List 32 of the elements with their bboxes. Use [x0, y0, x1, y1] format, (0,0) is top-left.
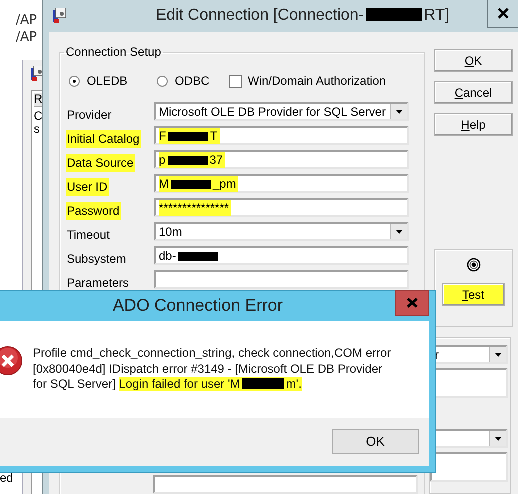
test-button[interactable]: Test — [442, 283, 505, 306]
field-label: Subsystem — [66, 250, 128, 268]
path-text: /AP — [16, 12, 38, 29]
field-label: Parameters — [66, 274, 130, 292]
ok-button[interactable]: OK — [332, 429, 419, 454]
input-field[interactable]: db- — [154, 246, 409, 265]
window-title: Edit Connection [Connection- RT] — [156, 7, 450, 25]
input-field[interactable]: *************** — [154, 198, 409, 217]
field-label: Password — [66, 202, 121, 220]
dialog-title: ADO Connection Error — [112, 296, 284, 316]
input-field[interactable]: p 37 — [154, 150, 409, 169]
field-label: User ID — [66, 178, 109, 196]
group-title: Connection Setup — [65, 45, 162, 59]
dialog-button[interactable]: Help — [434, 113, 513, 136]
checkbox-label: Win/Domain Authorization — [248, 74, 386, 88]
field-label: Provider — [66, 106, 113, 124]
field-label: Timeout — [66, 226, 111, 244]
field-label: Data Source — [66, 154, 135, 172]
radio-label: OLEDB — [87, 74, 128, 88]
error-message: Profile cmd_check_connection_string, check connection,COM error [0x80040e4d] IDispatch error #3149 - [Microsoft OLE DB Provider for SQL Server] Login failed for user 'M m'. — [33, 346, 392, 393]
list-item: C — [34, 110, 44, 123]
input-field[interactable]: M _pm — [154, 174, 409, 193]
radio-label: ODBC — [175, 74, 210, 88]
dropdown[interactable]: 10m — [154, 222, 409, 241]
path-text: /AP — [16, 29, 38, 46]
field-label: Initial Catalog — [66, 130, 141, 148]
dialog-button[interactable]: OK — [434, 49, 513, 72]
dialog-button[interactable]: Cancel — [434, 81, 513, 104]
input-field[interactable]: F T — [154, 126, 409, 145]
list-item: s — [34, 123, 41, 136]
status-text: ed — [0, 471, 14, 485]
dropdown[interactable]: Microsoft OLE DB Provider for SQL Server — [154, 102, 409, 121]
